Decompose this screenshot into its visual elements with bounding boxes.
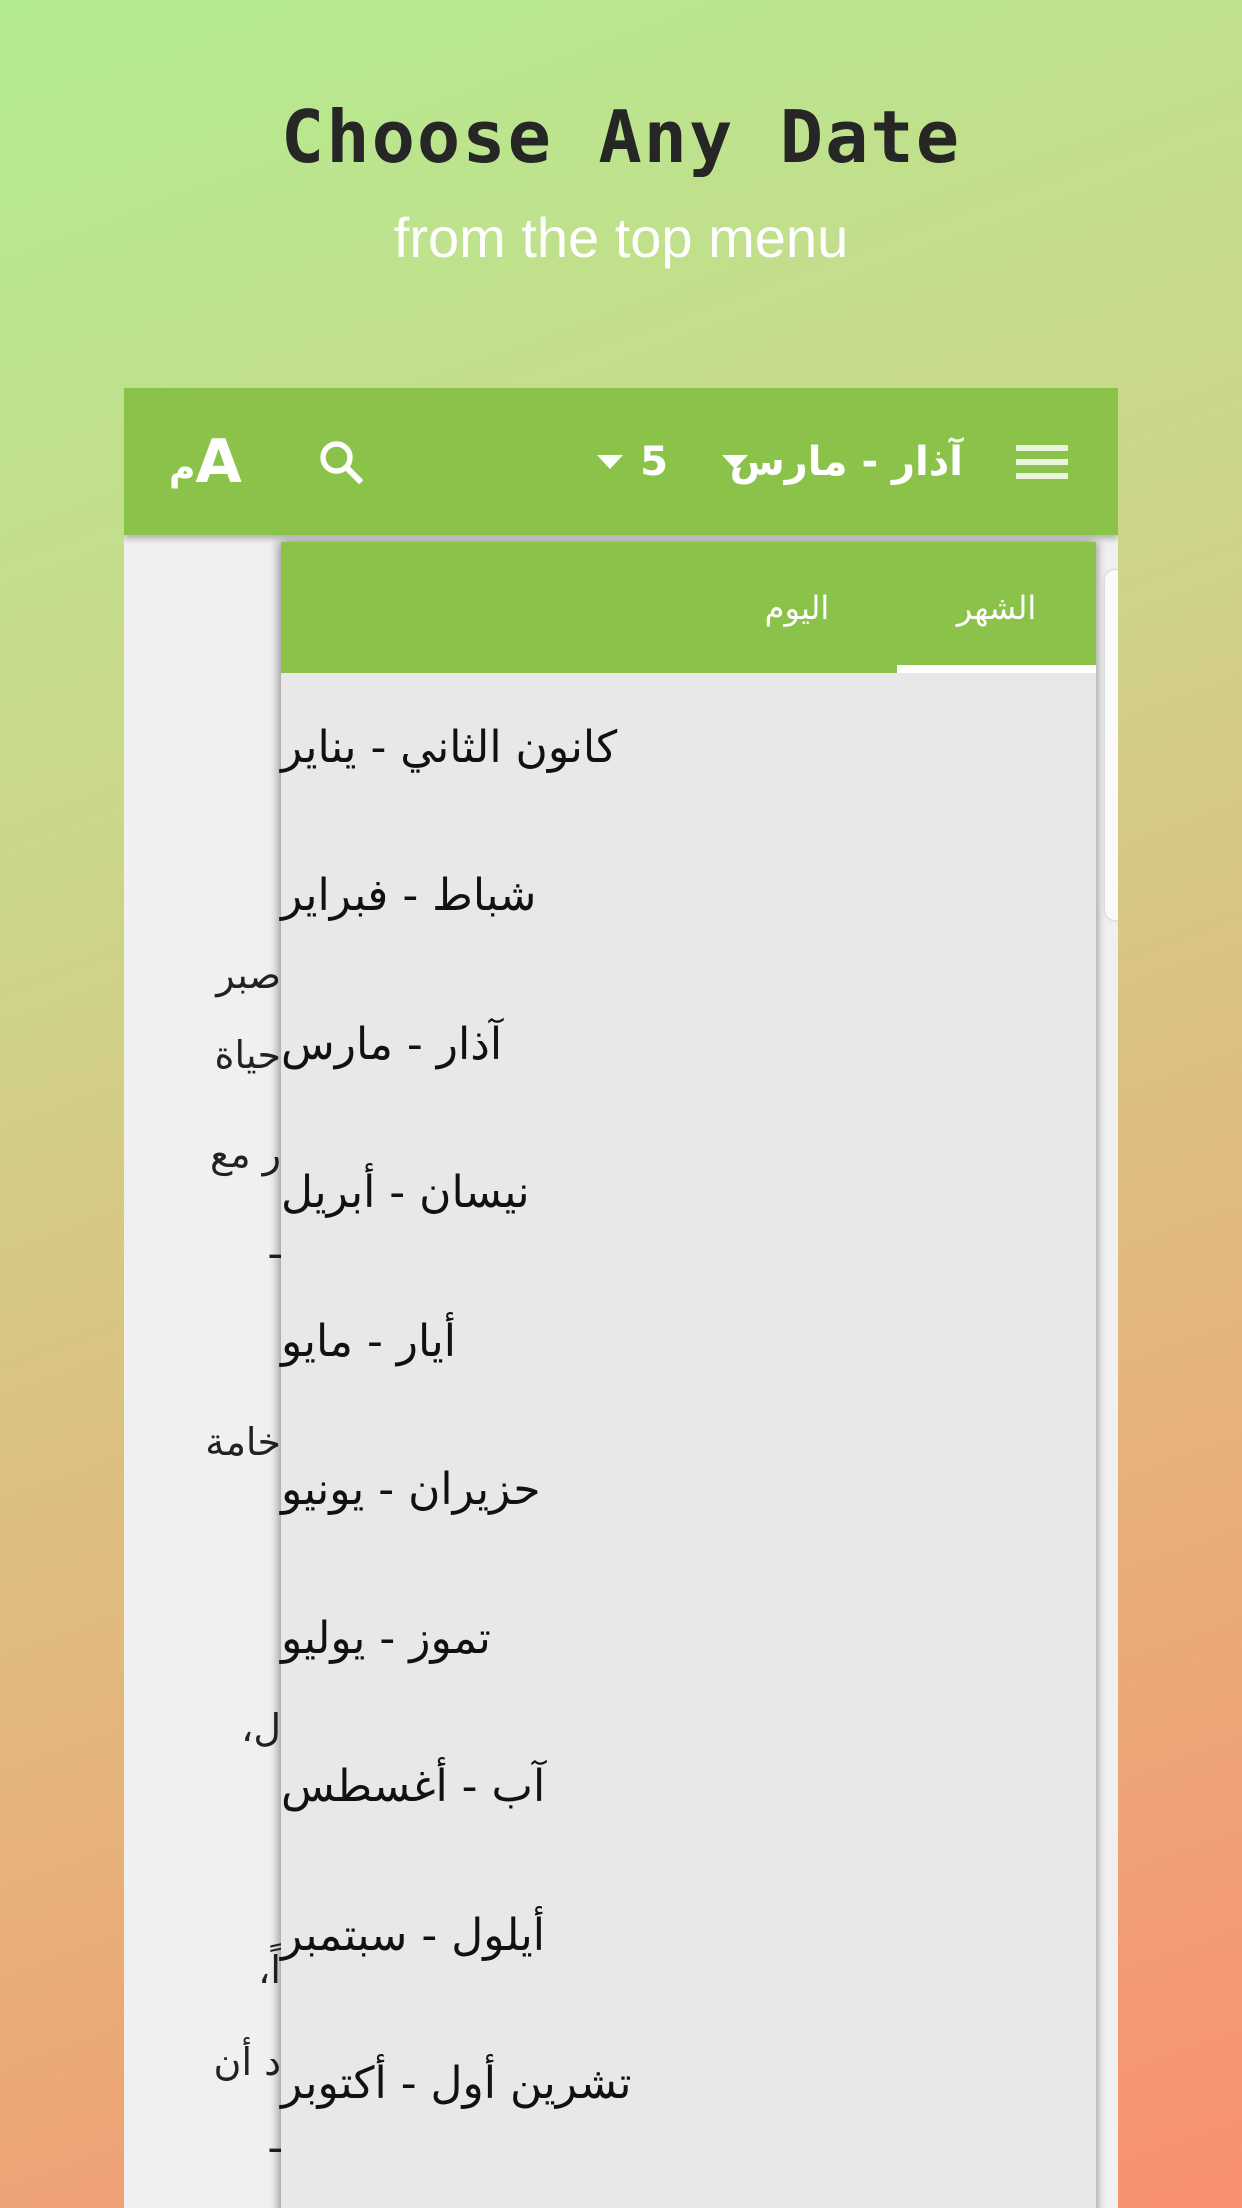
month-label: شباط - فبراير bbox=[281, 870, 537, 922]
day-dropdown-arrow-icon[interactable] bbox=[597, 388, 623, 535]
date-picker-dropdown: الشهر اليوم كانون الثاني - يناير شباط - … bbox=[281, 542, 1096, 2208]
picker-tabs: الشهر اليوم bbox=[281, 542, 1096, 673]
content-fragment: ـ bbox=[269, 2117, 281, 2161]
month-item[interactable]: حزيران - يونيو bbox=[281, 1416, 1096, 1565]
font-size-icon[interactable]: مA bbox=[169, 388, 242, 535]
month-label: آذار - مارس bbox=[281, 1018, 503, 1070]
content-fragment: ر مع bbox=[209, 1132, 281, 1176]
month-item[interactable]: شباط - فبراير bbox=[281, 822, 1096, 971]
month-label: آب - أغسطس bbox=[281, 1761, 546, 1813]
month-label: حزيران - يونيو bbox=[281, 1464, 541, 1516]
month-label: تموز - يوليو bbox=[281, 1612, 491, 1664]
month-label: كانون الثاني - يناير bbox=[281, 721, 618, 773]
content-fragment: صبر bbox=[216, 953, 281, 997]
month-label: أيار - مايو bbox=[281, 1315, 456, 1367]
month-item[interactable]: كانون الثاني - يناير bbox=[281, 673, 1096, 822]
month-item[interactable]: نيسان - أبريل bbox=[281, 1119, 1096, 1268]
menu-icon[interactable] bbox=[1016, 388, 1068, 535]
month-item[interactable]: تموز - يوليو bbox=[281, 1564, 1096, 1713]
promo-title: Choose Any Date bbox=[280, 95, 962, 179]
month-item[interactable]: آذار - مارس bbox=[281, 970, 1096, 1119]
content-fragment: ـ bbox=[269, 1223, 281, 1267]
content-fragment: خامة bbox=[205, 1420, 281, 1464]
tab-today[interactable]: اليوم bbox=[697, 542, 897, 673]
month-dropdown-arrow-icon[interactable] bbox=[722, 388, 748, 535]
app-bar: آذار - مارس 5 مA bbox=[124, 388, 1118, 535]
active-tab-indicator bbox=[897, 665, 1096, 673]
search-icon[interactable] bbox=[314, 388, 368, 535]
content-fragment: ل، bbox=[241, 1706, 281, 1750]
month-item[interactable]: تشرين أول - أكتوبر bbox=[281, 2010, 1096, 2159]
month-selector[interactable]: آذار - مارس bbox=[730, 388, 963, 535]
content-fragment: اً، bbox=[258, 1948, 281, 1992]
tab-month[interactable]: الشهر bbox=[897, 542, 1096, 673]
month-item[interactable]: أيلول - سبتمبر bbox=[281, 1861, 1096, 2010]
month-item[interactable]: أيار - مايو bbox=[281, 1267, 1096, 1416]
month-item[interactable]: آب - أغسطس bbox=[281, 1713, 1096, 1862]
month-list: كانون الثاني - يناير شباط - فبراير آذار … bbox=[281, 673, 1096, 2158]
phone-screen: آذار - مارس 5 مA صبر حياة ر مع ـ خامة ل،… bbox=[124, 388, 1118, 2208]
promo-subtitle: from the top menu bbox=[393, 206, 849, 269]
content-fragment: حياة bbox=[214, 1033, 281, 1077]
content-fragment: د أن bbox=[213, 2040, 281, 2084]
day-selector[interactable]: 5 bbox=[640, 388, 668, 535]
month-label: تشرين أول - أكتوبر bbox=[281, 2058, 632, 2110]
month-label: أيلول - سبتمبر bbox=[281, 1909, 545, 1961]
month-label: نيسان - أبريل bbox=[281, 1167, 530, 1219]
content-card bbox=[1105, 570, 1118, 920]
